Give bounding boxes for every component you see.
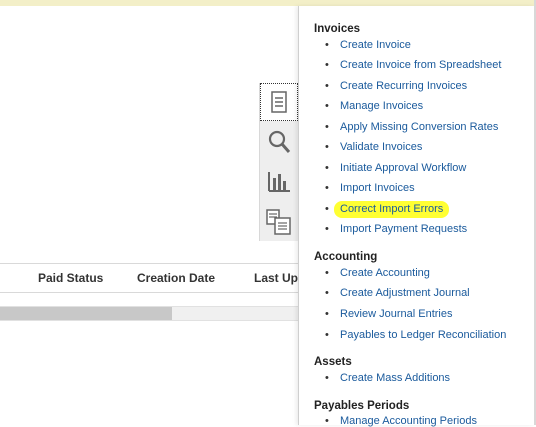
column-header-paid-status[interactable]: Paid Status <box>38 271 103 285</box>
reports-tab[interactable] <box>260 163 298 201</box>
column-header-last-updated[interactable]: Last Up <box>254 271 298 285</box>
section-title-payables-periods: Payables Periods <box>314 400 410 412</box>
documents-tab[interactable] <box>260 203 298 241</box>
search-icon <box>268 130 291 153</box>
tasks-icon <box>271 91 287 113</box>
table-header: Paid Status Creation Date Last Up <box>0 263 298 293</box>
tasks-tab[interactable] <box>260 83 298 121</box>
horizontal-scrollbar[interactable] <box>0 306 298 321</box>
reports-icon <box>268 172 290 192</box>
tasks-panel: Invoices • Create Invoice • Create Invoice… <box>298 6 535 427</box>
search-tab[interactable] <box>260 123 298 161</box>
section-title-assets: Assets <box>314 356 352 368</box>
highlight-marker[interactable]: Correct Import Errors <box>334 201 450 218</box>
scrollbar-thumb[interactable] <box>0 307 172 320</box>
side-toolbar <box>259 83 298 241</box>
section-title-accounting: Accounting <box>314 251 378 263</box>
documents-icon <box>266 209 291 235</box>
section-title-invoices: Invoices <box>314 23 361 35</box>
column-header-creation-date[interactable]: Creation Date <box>137 271 215 285</box>
